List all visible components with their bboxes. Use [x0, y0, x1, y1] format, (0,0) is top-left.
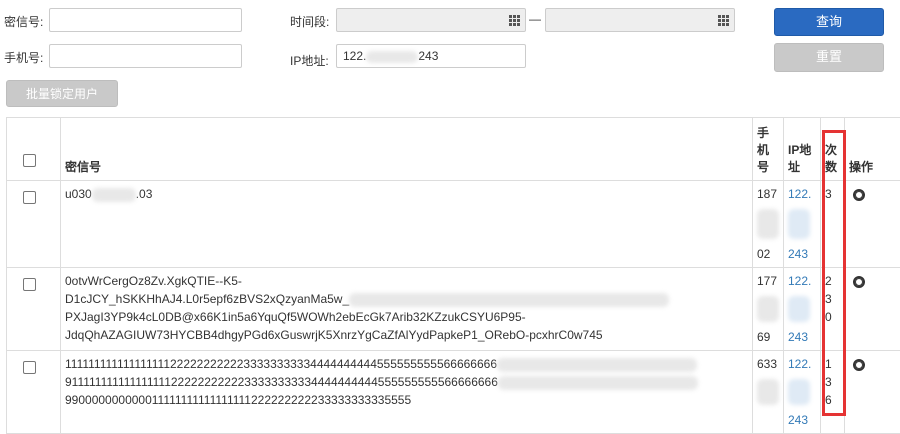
lock-icon[interactable] [853, 189, 865, 201]
row-checkbox[interactable] [23, 361, 36, 374]
count-cell: 1 3 6 [821, 351, 845, 434]
phone-label: 手机号: [4, 49, 43, 66]
row-select-cell [7, 351, 61, 434]
select-all-checkbox[interactable] [23, 154, 36, 167]
phone-input[interactable] [49, 44, 242, 68]
ip-cell: 122. 243 [784, 351, 821, 434]
time-start-input[interactable] [336, 8, 526, 32]
phone-cell: 187 02 [753, 181, 784, 268]
table-header-row: 密信号 手机号 IP地址 次数 操作 [7, 118, 900, 181]
redacted-mask [788, 296, 810, 322]
header-phone: 手机号 [753, 118, 784, 181]
secret-cell: u030.03 [61, 181, 753, 268]
secret-cell: 0otvWrCergOz8Zv.XgkQTIE--K5- D1cJCY_hSKK… [61, 268, 753, 351]
redacted-mask [92, 188, 136, 202]
lock-icon[interactable] [853, 276, 865, 288]
secret-label: 密信号: [4, 13, 43, 30]
redacted-mask [788, 379, 810, 405]
ip-input[interactable]: 122.243 [336, 44, 526, 68]
lock-icon[interactable] [853, 359, 865, 371]
action-cell [845, 181, 900, 268]
action-cell [845, 351, 900, 434]
time-separator: — [529, 12, 541, 26]
count-cell: 3 [821, 181, 845, 268]
ip-link[interactable]: 122. [788, 355, 816, 373]
row-checkbox[interactable] [23, 191, 36, 204]
ip-cell: 122. 243 [784, 268, 821, 351]
redacted-mask [366, 51, 418, 63]
ip-link[interactable]: 243 [788, 328, 816, 346]
time-end-input[interactable] [545, 8, 735, 32]
ip-link[interactable]: 243 [788, 245, 816, 263]
query-button[interactable]: 查询 [774, 8, 884, 36]
redacted-mask [497, 358, 697, 372]
header-action: 操作 [845, 118, 900, 181]
user-table: 密信号 手机号 IP地址 次数 操作 u030.03 187 02 122. 2… [6, 117, 900, 434]
calendar-icon[interactable] [506, 12, 522, 28]
reset-button[interactable]: 重置 [774, 43, 884, 72]
table-row: u030.03 187 02 122. 243 3 [7, 181, 900, 268]
secret-input[interactable] [49, 8, 242, 32]
header-ip: IP地址 [784, 118, 821, 181]
ip-link[interactable]: 243 [788, 411, 816, 429]
select-all-cell [7, 118, 61, 181]
ip-link[interactable]: 122. [788, 272, 816, 290]
redacted-mask [757, 379, 779, 405]
row-select-cell [7, 268, 61, 351]
ip-link[interactable]: 122. [788, 185, 816, 203]
table-row: 1111111111111111112222222222233333333334… [7, 351, 900, 434]
redacted-mask [498, 376, 698, 390]
row-select-cell [7, 181, 61, 268]
action-cell [845, 268, 900, 351]
phone-cell: 177 69 [753, 268, 784, 351]
redacted-mask [757, 209, 779, 239]
count-cell: 2 3 0 [821, 268, 845, 351]
ip-cell: 122. 243 [784, 181, 821, 268]
header-count: 次数 [821, 118, 845, 181]
row-checkbox[interactable] [23, 278, 36, 291]
redacted-mask [788, 209, 810, 239]
batch-lock-button[interactable]: 批量锁定用户 [6, 80, 118, 107]
phone-cell: 633 [753, 351, 784, 434]
time-range-label: 时间段: [290, 13, 329, 30]
ip-label: IP地址: [290, 52, 329, 69]
secret-cell: 1111111111111111112222222222233333333334… [61, 351, 753, 434]
redacted-mask [349, 293, 669, 307]
calendar-icon[interactable] [715, 12, 731, 28]
table-row: 0otvWrCergOz8Zv.XgkQTIE--K5- D1cJCY_hSKK… [7, 268, 900, 351]
header-secret: 密信号 [61, 118, 753, 181]
redacted-mask [757, 296, 779, 322]
